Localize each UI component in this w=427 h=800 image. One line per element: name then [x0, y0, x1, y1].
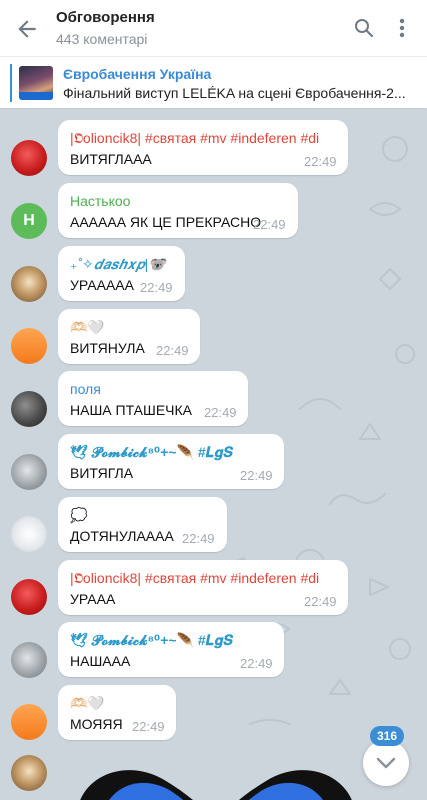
comment-author[interactable]: поля	[70, 381, 101, 397]
avatar[interactable]	[11, 755, 47, 791]
comment-author[interactable]: 🫶🏻🤍	[70, 695, 105, 712]
pinned-channel-name: Євробачення Україна	[63, 66, 212, 82]
comment-text: МОЯЯЯ	[70, 716, 123, 732]
comment-author[interactable]: 🫶🏻🤍	[70, 319, 105, 336]
comment-author[interactable]: |𝕺olioncik8| #святая #mv #indeferen #di	[70, 570, 319, 587]
unread-count-badge: 316	[370, 726, 405, 746]
comment-author[interactable]: 💭	[70, 507, 87, 524]
comment-text: УРААААА	[70, 277, 134, 293]
comment-text: АААААА ЯК ЦЕ ПРЕКРАСНО	[70, 214, 262, 230]
comment-author[interactable]: 🕊 𝓟𝓸𝓶𝓫𝓲𝓬𝓴⁸⁰+~🪶 #𝑳𝒈𝑺	[70, 444, 233, 461]
avatar[interactable]	[11, 516, 47, 552]
comment-time: 22:49	[132, 719, 165, 734]
comment-author[interactable]: |𝕺olioncik8| #святая #mv #indeferen #di	[70, 130, 319, 147]
more-vert-icon	[399, 18, 405, 38]
comment-bubble[interactable]: 🫶🏻🤍 МОЯЯЯ 22:49	[58, 685, 176, 740]
search-icon	[355, 19, 374, 38]
avatar[interactable]: Н	[11, 203, 47, 239]
chevron-down-icon	[376, 757, 396, 769]
pinned-post-text: Фінальний виступ LELÉKA на сцені Євробач…	[63, 85, 406, 101]
comment-author[interactable]: 🕊 𝓟𝓸𝓶𝓫𝓲𝓬𝓴⁸⁰+~🪶 #𝑳𝒈𝑺	[70, 632, 233, 649]
pinned-accent-bar	[10, 64, 12, 102]
avatar[interactable]	[11, 579, 47, 615]
comment-bubble[interactable]: |𝕺olioncik8| #святая #mv #indeferen #di …	[58, 120, 348, 175]
comment-count: 443 коментарі	[56, 31, 148, 47]
comment-bubble[interactable]: поля НАША ПТАШЕЧКА 22:49	[58, 371, 248, 426]
comment-bubble[interactable]: 🫶🏻🤍 ВИТЯНУЛА 22:49	[58, 309, 200, 364]
comment-bubble[interactable]: 💭 ДОТЯНУЛАААА 22:49	[58, 497, 227, 552]
comment-time: 22:49	[140, 280, 173, 295]
comment-text: ВИТЯГЛА	[70, 465, 134, 481]
search-button[interactable]	[352, 16, 376, 40]
pinned-thumbnail	[19, 66, 53, 100]
comment-time: 22:49	[253, 217, 286, 232]
heart-sticker	[80, 770, 352, 800]
scroll-to-bottom-button[interactable]	[363, 740, 409, 786]
avatar[interactable]	[11, 391, 47, 427]
comment-text: УРААА	[70, 591, 116, 607]
page-title: Обговорення	[56, 9, 155, 26]
top-app-bar: Обговорення 443 коментарі	[0, 0, 427, 56]
comment-bubble[interactable]: 🕊 𝓟𝓸𝓶𝓫𝓲𝓬𝓴⁸⁰+~🪶 #𝑳𝒈𝑺 НАШААА 22:49	[58, 622, 284, 677]
comment-time: 22:49	[240, 656, 273, 671]
comment-text: НАША ПТАШЕЧКА	[70, 402, 192, 418]
comment-text: НАШААА	[70, 653, 131, 669]
comment-time: 22:49	[204, 405, 237, 420]
comment-author[interactable]: ₊˚✧𝒅𝒂𝒔𝒉𝒙𝒑|🐨	[70, 256, 165, 273]
arrow-left-icon	[18, 20, 36, 38]
comments-list[interactable]: |𝕺olioncik8| #святая #mv #indeferen #di …	[0, 109, 427, 800]
avatar[interactable]	[11, 642, 47, 678]
title-block: Обговорення 443 коментарі	[56, 9, 155, 47]
comment-author[interactable]: Настькоо	[70, 193, 130, 209]
comment-time: 22:49	[304, 594, 337, 609]
pinned-post[interactable]: Євробачення Україна Фінальний виступ LEL…	[0, 56, 427, 108]
avatar[interactable]	[11, 704, 47, 740]
comment-bubble[interactable]: ₊˚✧𝒅𝒂𝒔𝒉𝒙𝒑|🐨 УРААААА 22:49	[58, 246, 185, 301]
avatar[interactable]	[11, 328, 47, 364]
comment-bubble[interactable]: 🕊 𝓟𝓸𝓶𝓫𝓲𝓬𝓴⁸⁰+~🪶 #𝑳𝒈𝑺 ВИТЯГЛА 22:49	[58, 434, 284, 489]
more-options-button[interactable]	[392, 16, 412, 40]
comment-time: 22:49	[156, 343, 189, 358]
back-button[interactable]	[14, 16, 40, 42]
comment-text: ДОТЯНУЛАААА	[70, 528, 174, 544]
comment-text: ВИТЯНУЛА	[70, 340, 145, 356]
avatar[interactable]	[11, 140, 47, 176]
comment-bubble[interactable]: |𝕺olioncik8| #святая #mv #indeferen #di …	[58, 560, 348, 615]
comment-time: 22:49	[304, 154, 337, 169]
avatar[interactable]	[11, 454, 47, 490]
comment-time: 22:49	[240, 468, 273, 483]
avatar[interactable]	[11, 266, 47, 302]
comment-time: 22:49	[182, 531, 215, 546]
comment-bubble[interactable]: Настькоо АААААА ЯК ЦЕ ПРЕКРАСНО 22:49	[58, 183, 298, 238]
comment-text: ВИТЯГЛААА	[70, 151, 152, 167]
